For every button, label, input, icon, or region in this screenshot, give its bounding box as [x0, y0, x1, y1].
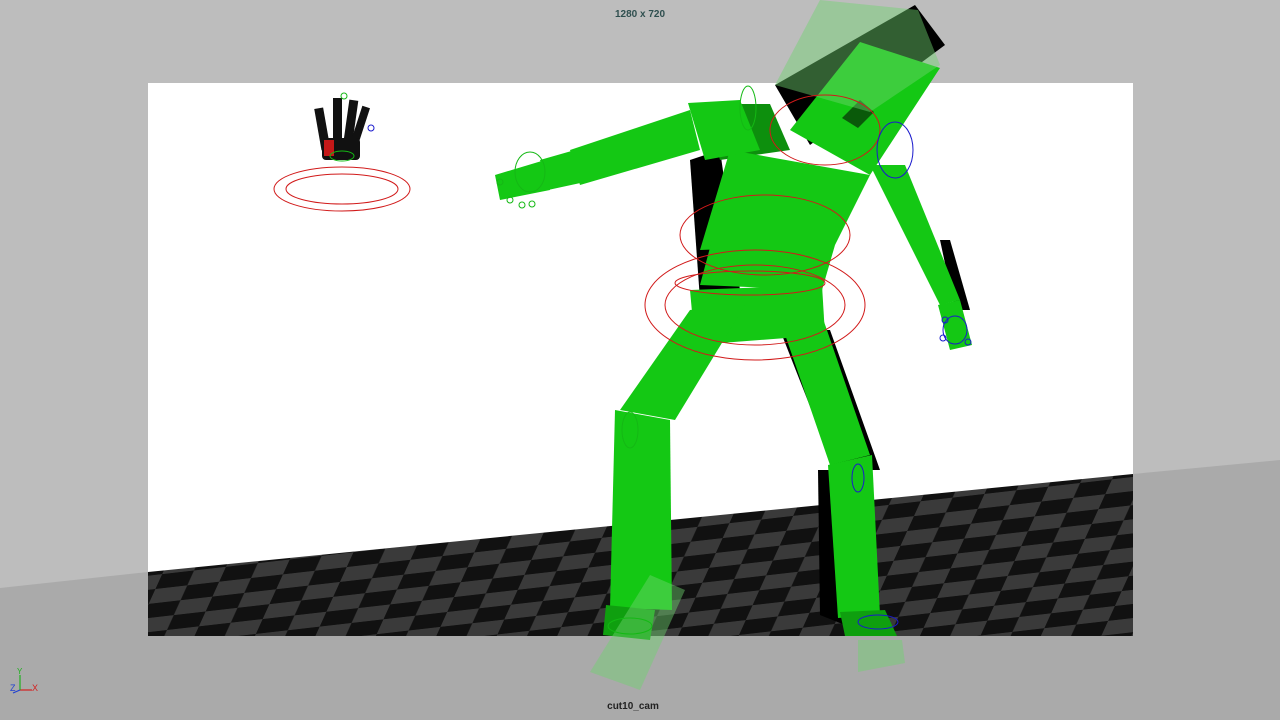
maya-viewport[interactable]: 1280 x 720 cut10_cam X Y Z: [0, 0, 1280, 720]
resolution-label: 1280 x 720: [614, 9, 666, 20]
viewport-scene[interactable]: [0, 0, 1280, 720]
z-axis-label: Z: [10, 683, 16, 693]
axis-gizmo: X Y Z: [10, 667, 38, 694]
x-axis-label: X: [32, 683, 38, 693]
hand-palm-marker: [324, 140, 334, 156]
y-axis-label: Y: [17, 667, 23, 676]
character-shin-left[interactable]: [610, 410, 672, 610]
camera-name-label: cut10_cam: [607, 701, 659, 712]
